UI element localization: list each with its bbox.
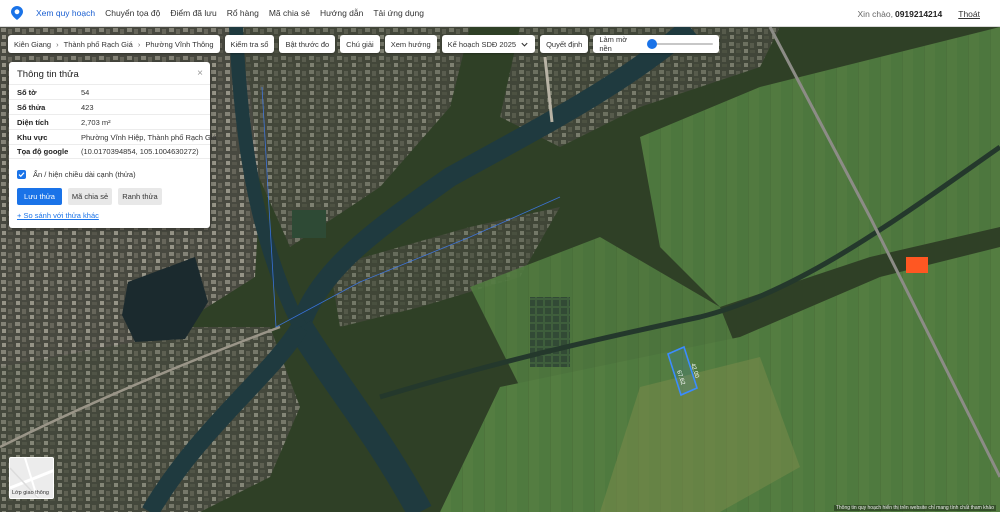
save-parcel-button[interactable]: Lưu thửa	[17, 188, 62, 205]
nav-saved-points[interactable]: Điểm đã lưu	[170, 8, 216, 18]
info-row-area: Diện tích 2,703 m²	[9, 114, 210, 129]
ruler-toggle-button[interactable]: Bật thước đo	[279, 35, 336, 53]
opacity-slider[interactable]	[646, 39, 714, 49]
greeting-text: Xin chào,	[857, 8, 893, 19]
breadcrumb-separator-icon: ›	[56, 39, 59, 49]
breadcrumb-province[interactable]: Kiên Giang	[14, 40, 51, 49]
breadcrumb-separator-icon: ›	[137, 39, 141, 49]
nav-view-planning[interactable]: Xem quy hoạch	[36, 8, 95, 18]
logout-link[interactable]: Thoát	[958, 9, 980, 19]
info-value: 423	[81, 102, 94, 112]
plan-select-value: Kế hoạch SDĐ 2025	[447, 39, 517, 49]
nav-convert-coordinates[interactable]: Chuyển tọa độ	[105, 8, 160, 18]
parcel-info-panel: Thông tin thửa × Số tờ 54 Số thửa 423 Di…	[9, 62, 217, 228]
breadcrumb-city[interactable]: Thành phố Rạch Giá	[64, 40, 133, 49]
info-key: Khu vực	[17, 132, 48, 142]
info-key: Tọa độ google	[17, 147, 69, 156]
panel-title: Thông tin thửa	[17, 69, 79, 80]
opacity-label: Làm mờ nền	[599, 35, 628, 53]
map-attribution: Thông tin quy hoạch hiển thị trên websit…	[833, 505, 996, 511]
check-size-button[interactable]: Kiểm tra sổ	[224, 35, 275, 53]
panel-actions: Lưu thửa Mã chia sẻ Ranh thửa	[17, 188, 168, 205]
breadcrumb: Kiên Giang › Thành phố Rạch Giá › Phường…	[8, 35, 220, 53]
traffic-layer-toggle[interactable]: Lớp giao thông	[9, 457, 54, 499]
nav-listings[interactable]: Rổ hàng	[227, 8, 259, 18]
top-navbar: Xem quy hoạch Chuyển tọa độ Điểm đã lưu …	[0, 0, 1000, 27]
info-row-sheet-number: Số tờ 54	[9, 84, 210, 99]
checkbox-checked-icon[interactable]	[17, 170, 26, 179]
info-row-parcel-number: Số thửa 423	[9, 99, 210, 114]
checkbox-label: Ẩn / hiện chiều dài cạnh (thửa)	[33, 170, 136, 179]
opacity-control: Làm mờ nền	[593, 35, 720, 53]
info-value: 54	[81, 87, 90, 97]
info-value: (10.0170394854, 105.1004630272)	[81, 147, 199, 156]
compare-parcel-link[interactable]: + So sánh với thửa khác	[17, 211, 99, 220]
nav-share-code[interactable]: Mã chia sẻ	[269, 8, 310, 18]
info-row-google-coordinates: Tọa độ google (10.0170394854, 105.100463…	[9, 144, 210, 159]
info-key: Số thửa	[17, 102, 46, 112]
info-value: 2,703 m²	[81, 117, 111, 127]
edge-length-toggle[interactable]: Ẩn / hiện chiều dài cạnh (thửa)	[17, 170, 136, 179]
plan-select[interactable]: Kế hoạch SDĐ 2025	[441, 35, 536, 53]
close-icon[interactable]: ×	[197, 68, 203, 79]
view-direction-button[interactable]: Xem hướng	[384, 35, 437, 53]
highlighted-building	[906, 257, 928, 273]
parcel-boundary-button[interactable]: Ranh thửa	[118, 188, 162, 205]
nav-guide[interactable]: Hướng dẫn	[320, 8, 363, 18]
info-value: Phường Vĩnh Hiệp, Thành phố Rạch Giá	[81, 132, 217, 142]
decision-button[interactable]: Quyết định	[540, 35, 589, 53]
info-key: Diện tích	[17, 117, 49, 127]
info-key: Số tờ	[17, 87, 37, 97]
slider-thumb[interactable]	[646, 39, 657, 49]
share-code-button[interactable]: Mã chia sẻ	[68, 188, 112, 205]
breadcrumb-ward[interactable]: Phường Vĩnh Thông	[145, 40, 213, 49]
user-phone: 0919214214	[894, 8, 943, 19]
info-row-region: Khu vực Phường Vĩnh Hiệp, Thành phố Rạch…	[9, 129, 217, 144]
user-area: Xin chào, 0919214214 Thoát	[858, 0, 980, 27]
map-toolbar: Kiên Giang › Thành phố Rạch Giá › Phường…	[8, 35, 720, 53]
layer-label: Lớp giao thông	[12, 490, 49, 496]
chevron-down-icon	[521, 42, 528, 47]
slider-track	[648, 43, 714, 45]
nav-download-app[interactable]: Tải ứng dụng	[373, 8, 424, 18]
legend-button[interactable]: Chú giải	[340, 35, 380, 53]
app-logo-icon[interactable]	[10, 6, 24, 20]
